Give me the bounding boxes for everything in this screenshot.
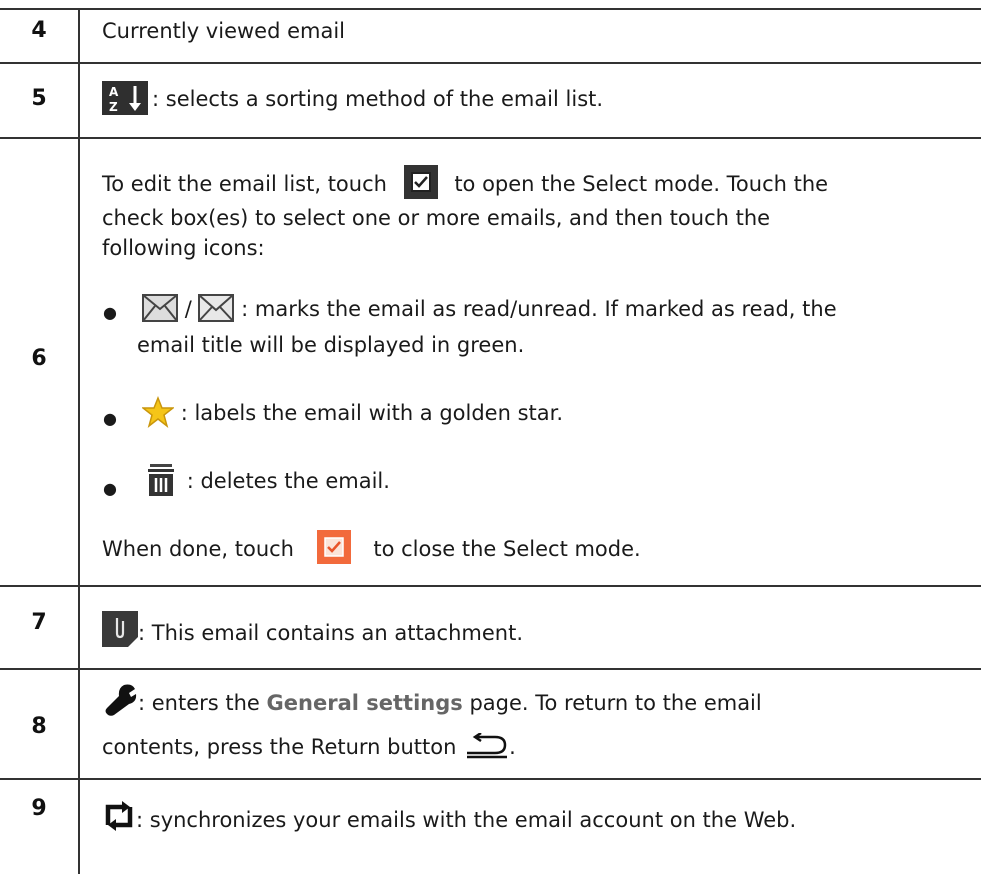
sync-icon (105, 801, 133, 831)
table-rule (0, 668, 981, 670)
mark-read-icon (142, 294, 178, 322)
bullet-text: : deletes the email. (142, 464, 390, 497)
settings-text: contents, press the Return button (102, 735, 457, 759)
row-text: To edit the email list, touch to open th… (102, 165, 829, 199)
settings-text: . (509, 735, 516, 759)
row-text: A Z : selects a sorting method of the em… (102, 81, 604, 115)
row-text: following icons: (102, 236, 265, 260)
bullet-text: email title will be displayed in green. (137, 333, 525, 357)
settings-text: page. To return to the email (469, 691, 762, 715)
star-icon (142, 396, 174, 428)
bullet-description: : labels the email with a golden star. (180, 401, 564, 425)
row-text: Currently viewed email (102, 19, 346, 43)
row-text: check box(es) to select one or more emai… (102, 206, 771, 230)
bullet: ● (103, 409, 117, 428)
closing-text: When done, touch (102, 537, 294, 561)
table-rule (0, 8, 981, 10)
bullet-description: : marks the email as read/unread. If mar… (241, 297, 837, 321)
table-rule (0, 585, 981, 587)
sort-description: : selects a sorting method of the email … (152, 87, 604, 111)
general-settings-label: General settings (266, 691, 463, 715)
row-number: 7 (31, 610, 47, 635)
mark-unread-icon (198, 294, 235, 322)
bullet-text: / : marks the email as read/unread. If m… (142, 294, 837, 324)
return-button-icon (467, 733, 508, 759)
row-text: : synchronizes your emails with the emai… (102, 801, 797, 835)
row-text: contents, press the Return button . (102, 732, 516, 762)
slash-separator: / (184, 297, 192, 321)
row-number: 6 (31, 346, 47, 371)
column-divider (78, 8, 80, 874)
table-rule (0, 62, 981, 64)
svg-text:A: A (109, 85, 119, 99)
row-number: 8 (31, 714, 47, 739)
sort-az-icon: A Z (102, 81, 148, 115)
close-select-icon (316, 530, 351, 564)
row-text: : This email contains an attachment. (102, 611, 524, 648)
bullet: ● (103, 479, 117, 498)
wrench-icon (105, 684, 137, 716)
row-number: 5 (31, 86, 47, 111)
table-rule (0, 137, 981, 139)
intro-text: To edit the email list, touch (102, 172, 387, 196)
bullet: ● (103, 303, 117, 322)
bullet-description: : deletes the email. (186, 469, 390, 493)
bullet-text: : labels the email with a golden star. (142, 396, 564, 428)
row-text: When done, touch to close the Select mod… (102, 530, 641, 564)
trash-icon (148, 464, 174, 496)
row-number: 4 (31, 18, 47, 43)
sync-description: : synchronizes your emails with the emai… (136, 808, 797, 832)
table-rule (0, 778, 981, 780)
settings-text: : enters the (138, 691, 260, 715)
svg-text:Z: Z (109, 100, 118, 114)
select-checkbox-icon (403, 165, 438, 199)
attachment-description: : This email contains an attachment. (138, 621, 524, 645)
row-text: : enters the General settings page. To r… (102, 684, 762, 718)
closing-text: to close the Select mode. (373, 537, 641, 561)
attachment-icon (102, 611, 138, 647)
intro-text: to open the Select mode. Touch the (454, 172, 829, 196)
row-number: 9 (31, 796, 47, 821)
